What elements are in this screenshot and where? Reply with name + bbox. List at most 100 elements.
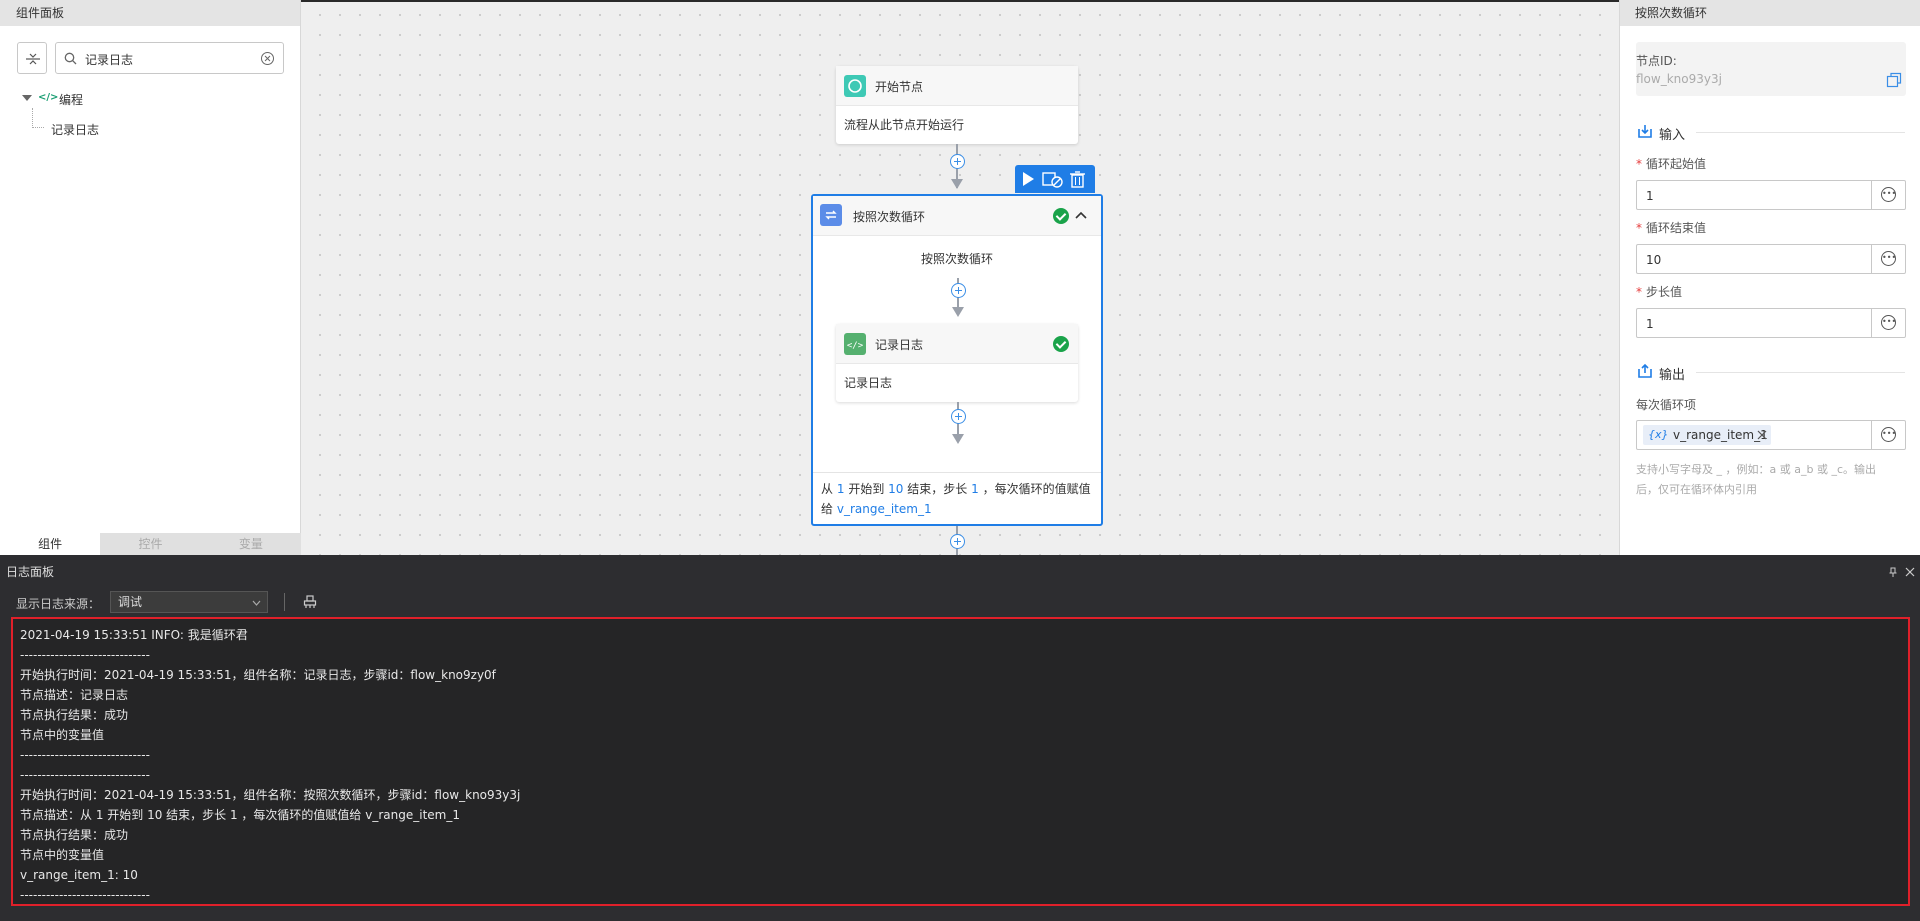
divider [1696, 132, 1905, 133]
tree-group-programming[interactable]: 编程 [59, 91, 83, 108]
field-label-end: * 循环结束值 [1636, 221, 1707, 235]
log-line: 节点执行结果：成功 [20, 708, 129, 722]
log-panel: 日志面板 显示日志来源： 调试 2021-04-19 15:33:51 INFO… [0, 555, 1920, 921]
summary-text: ，每次循环的值赋值 [982, 482, 1091, 496]
field-value: 10 [1646, 253, 1662, 267]
log-line: 节点中的变量值 [20, 848, 105, 862]
copy-icon[interactable] [1886, 72, 1902, 88]
summary-text: 结束，步长 [907, 482, 968, 496]
tab-variables[interactable]: 变量 [201, 533, 301, 555]
remove-tag-icon[interactable] [1757, 430, 1767, 440]
input-icon [1638, 125, 1652, 138]
ellipsis-icon: ••• [1881, 315, 1896, 330]
start-node-title: 开始节点 [875, 80, 924, 94]
log-line: 节点描述：记录日志 [20, 688, 129, 702]
clear-log-icon[interactable] [303, 595, 317, 609]
log-line: 节点中的变量值 [20, 728, 105, 742]
output-section-title: 输出 [1659, 368, 1686, 383]
component-panel: 组件面板 记录日志 </> 编程 记录日志 组件 控件 变量 [0, 0, 301, 555]
collapse-chevron-icon[interactable] [1075, 210, 1087, 220]
arrow-down-icon [951, 179, 963, 189]
start-node-description: 流程从此节点开始运行 [844, 118, 965, 132]
debug-icon[interactable] [1042, 172, 1063, 188]
log-node-title: 记录日志 [875, 338, 924, 352]
summary-text: 从 [821, 482, 834, 496]
summary-start: 1 [836, 482, 845, 496]
field-label-step: * 步长值 [1636, 285, 1683, 299]
variable-name: v_range_item_1 [1673, 428, 1768, 442]
collapse-toggle-button[interactable] [17, 42, 47, 74]
ellipsis-icon: ••• [1881, 251, 1896, 266]
output-variable-input[interactable]: {x} v_range_item_1 ••• [1636, 420, 1906, 450]
pin-icon[interactable] [1888, 567, 1898, 577]
add-node-plus-icon[interactable] [950, 154, 965, 169]
add-node-plus-icon[interactable] [950, 534, 965, 549]
node-id-box: 节点ID: flow_kno93y3j [1636, 42, 1906, 96]
variable-tag: {x} v_range_item_1 [1643, 425, 1771, 445]
loop-start-input[interactable]: 1 ••• [1636, 180, 1906, 210]
start-node-icon [844, 75, 866, 97]
output-help-text: 支持小写字母及 _ ，例如：a 或 a_b 或 _c。输出 后，仅可在循环体内引… [1636, 460, 1911, 500]
tab-components[interactable]: 组件 [0, 533, 101, 555]
help-text-line: 后，仅可在循环体内引用 [1636, 483, 1757, 496]
add-node-plus-icon[interactable] [951, 409, 966, 424]
component-panel-title: 组件面板 [0, 0, 300, 26]
log-line: 节点描述：从 1 开始到 10 结束，步长 1 ，每次循环的值赋值给 v_ran… [20, 808, 460, 822]
run-icon[interactable] [1023, 172, 1034, 186]
log-output[interactable]: 2021-04-19 15:33:51 INFO: 我是循环君 --------… [11, 617, 1910, 906]
more-options-button[interactable]: ••• [1871, 181, 1905, 209]
loop-icon [820, 204, 842, 226]
help-text-line: 支持小写字母及 _ ，例如：a 或 a_b 或 _c。输出 [1636, 463, 1876, 476]
log-toolbar: 显示日志来源： 调试 [0, 589, 1920, 619]
delete-icon[interactable] [1070, 171, 1085, 188]
loop-step-input[interactable]: 1 ••• [1636, 308, 1906, 338]
log-node[interactable]: </> 记录日志 记录日志 [836, 324, 1078, 402]
divider [813, 472, 1101, 473]
log-source-value: 调试 [118, 595, 143, 609]
tree-item-log[interactable]: 记录日志 [51, 121, 99, 138]
output-icon [1638, 363, 1652, 378]
field-value: 1 [1646, 189, 1654, 203]
log-line: v_range_item_1: 10 [20, 868, 138, 882]
arrow-down-icon [952, 307, 964, 317]
chevron-down-icon [252, 600, 261, 606]
summary-step: 1 [971, 482, 979, 496]
add-node-plus-icon[interactable] [951, 283, 966, 298]
log-source-select[interactable]: 调试 [110, 591, 268, 613]
loop-end-input[interactable]: 10 ••• [1636, 244, 1906, 274]
success-check-icon [1053, 336, 1069, 352]
node-id-label: 节点ID: [1636, 54, 1677, 68]
log-line: 开始执行时间：2021-04-19 15:33:51，组件名称：按照次数循环，步… [20, 788, 521, 802]
more-options-button[interactable]: ••• [1871, 421, 1905, 449]
loop-inner-label: 按照次数循环 [920, 252, 993, 266]
properties-panel-title: 按照次数循环 [1620, 0, 1920, 26]
log-node-description: 记录日志 [844, 376, 893, 390]
start-node[interactable]: 开始节点 流程从此节点开始运行 [836, 66, 1078, 144]
log-node-icon: </> [844, 333, 866, 355]
success-check-icon [1053, 208, 1069, 224]
log-line: ------------------------------ [20, 748, 150, 762]
ellipsis-icon: ••• [1881, 427, 1896, 442]
log-line: 2021-04-19 15:33:51 INFO: 我是循环君 [20, 628, 248, 642]
more-options-button[interactable]: ••• [1871, 245, 1905, 273]
divider [1696, 372, 1905, 373]
close-icon[interactable] [1905, 567, 1915, 577]
log-line: 开始执行时间：2021-04-19 15:33:51，组件名称：记录日志，步骤i… [20, 668, 496, 682]
summary-text: 给 [821, 502, 834, 516]
properties-panel: 按照次数循环 节点ID: flow_kno93y3j 输入 * 循环起始值 1 •… [1619, 0, 1920, 555]
tree-connector [32, 108, 44, 128]
left-panel-tabs: 组件 控件 变量 [0, 533, 301, 555]
variable-icon: {x} [1648, 428, 1669, 441]
expand-caret-icon[interactable] [22, 95, 32, 101]
component-search-input[interactable]: 记录日志 [55, 42, 284, 74]
tab-controls[interactable]: 控件 [100, 533, 200, 555]
flow-canvas[interactable]: 开始节点 流程从此节点开始运行 按照次数循环 按照次数循环 </> 记录日志 记… [301, 0, 1619, 557]
loop-node-title: 按照次数循环 [853, 210, 926, 224]
search-value: 记录日志 [85, 53, 134, 67]
log-source-label: 显示日志来源： [16, 597, 101, 611]
clear-search-icon[interactable] [261, 52, 274, 65]
loop-node[interactable]: 按照次数循环 按照次数循环 </> 记录日志 记录日志 从 1 开始到 10 结… [811, 194, 1103, 526]
loop-node-header: 按照次数循环 [813, 196, 1101, 236]
more-options-button[interactable]: ••• [1871, 309, 1905, 337]
svg-text:</>: </> [847, 341, 864, 351]
